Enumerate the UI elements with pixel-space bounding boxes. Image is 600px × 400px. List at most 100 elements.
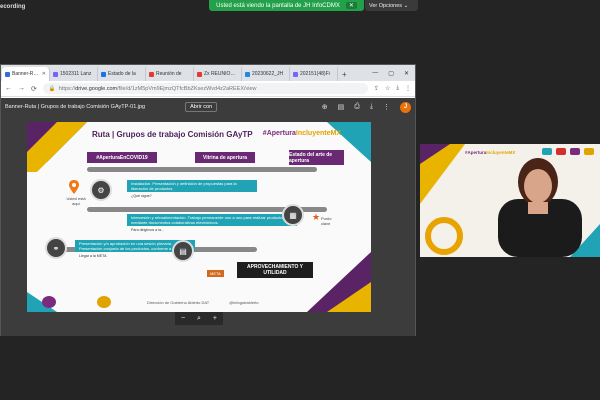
url-path: /file/d/1zM5pVm9EjmzQTfcBbZKsezWvd4z2aRE…	[117, 85, 257, 92]
minimize-icon[interactable]: —	[372, 70, 378, 77]
logo-left	[42, 296, 56, 308]
star-icon: ★	[312, 212, 321, 222]
location-pin-icon	[69, 180, 79, 194]
viewer-icons: ⊕ ▤ ⎙ ⤓ ⋮ J	[322, 101, 411, 113]
stop-share-button[interactable]: ✕	[345, 2, 357, 9]
favicon-icon	[5, 71, 10, 77]
tab-label: Reunión de	[156, 71, 182, 77]
browser-tab[interactable]: Banner-Ruta ✕	[2, 67, 50, 81]
tablet-icon: ▦	[282, 204, 304, 226]
hashtag-prefix: #Apertura	[262, 130, 296, 137]
slide-title: Ruta | Grupos de trabajo Comisión GAyTP	[92, 130, 253, 139]
people-icon: ⚭	[45, 237, 67, 259]
comment-icon[interactable]: ▤	[338, 103, 345, 111]
toolbar-icons: ⇪ ☆ ⤓ ⋮	[374, 85, 411, 92]
logo-icon	[584, 148, 594, 155]
file-name: Banner-Ruta | Grupos de trabajo Comisión…	[5, 104, 146, 110]
forward-icon[interactable]: →	[18, 85, 25, 92]
slide-hashtag: #AperturaIncluyenteMX	[263, 130, 341, 137]
download-icon[interactable]: ⤓	[396, 85, 399, 92]
star-icon[interactable]: ☆	[385, 85, 390, 92]
menu-icon[interactable]: ⋮	[405, 85, 411, 92]
browser-tab[interactable]: 202151(48)Fi	[290, 67, 338, 81]
step-2-question: Para dirigirnos a la...	[131, 228, 164, 232]
recording-label: ecording	[0, 4, 26, 10]
back-icon[interactable]: ←	[5, 85, 12, 92]
participant-video: #AperturaIncluyenteMX	[420, 144, 600, 257]
share-icon[interactable]: ⇪	[374, 85, 379, 92]
url-prefix: https://	[58, 85, 76, 92]
logo-icon	[570, 148, 580, 155]
favicon-icon	[245, 71, 250, 77]
reload-icon[interactable]: ⟳	[31, 85, 37, 93]
browser-tab[interactable]: 1502311 Lanz	[50, 67, 98, 81]
share-banner-text: Usted está viendo la pantalla de JH Info…	[216, 2, 340, 9]
tab-label: 202151(48)Fi	[300, 71, 330, 77]
punto-label: Punto clave	[321, 216, 332, 226]
viewer-toolbar: Banner-Ruta | Grupos de trabajo Comisión…	[1, 98, 415, 116]
chart-icon: ▤	[172, 240, 194, 262]
tab-strip: Banner-Ruta ✕ 1502311 Lanz Estado de la R…	[1, 65, 415, 81]
close-window-icon[interactable]: ✕	[404, 70, 409, 77]
more-options-icon[interactable]: ⋮	[383, 103, 390, 111]
zoom-in-button[interactable]: +	[213, 315, 217, 322]
download-icon[interactable]: ⤓	[370, 103, 373, 111]
view-options-label: Ver Opciones	[369, 2, 403, 9]
cam-hashtag-prefix: #Apertura	[465, 150, 487, 155]
address-bar-row: ← → ⟳ 🔒 https://drive.google.com/file/d/…	[1, 81, 415, 97]
step-1-question: ¿Qué sigue?	[131, 194, 152, 198]
browser-tab[interactable]: Reunión de	[146, 67, 194, 81]
chevron-down-icon: ⌄	[403, 2, 409, 9]
logo-icon	[556, 148, 566, 155]
band-estado: Estado del arte de apertura	[289, 150, 344, 165]
gear-icon: ⚙	[90, 179, 112, 201]
tab-label: Estado de la	[108, 71, 136, 77]
tab-label: Zx REUNIÓN - SUBIDADE	[204, 71, 238, 77]
favicon-icon	[197, 71, 202, 77]
browser-tab[interactable]: Zx REUNIÓN - SUBIDADE	[194, 67, 242, 81]
favicon-icon	[101, 71, 106, 77]
footer-handle: @infogobabierto	[229, 299, 259, 305]
avatar[interactable]: J	[400, 101, 411, 113]
browser-tab[interactable]: Estado de la	[98, 67, 146, 81]
slide-footer: Dirección de Gobierno Abierto DAT @infog…	[27, 292, 371, 312]
logo-icon	[542, 148, 552, 155]
road-segment	[87, 167, 317, 172]
favicon-icon	[293, 71, 298, 77]
screen-share-banner: Usted está viendo la pantalla de JH Info…	[209, 0, 364, 11]
add-to-drive-icon[interactable]: ⊕	[322, 103, 328, 111]
browser-window: Banner-Ruta ✕ 1502311 Lanz Estado de la R…	[0, 64, 416, 336]
step-2: Intercesión y retroalimentación. Trabajo…	[127, 214, 297, 226]
cam-hashtag-highlight: IncluyenteMX	[486, 150, 516, 155]
address-bar[interactable]: 🔒 https://drive.google.com/file/d/1zM5pV…	[42, 83, 368, 94]
footer-org: Dirección de Gobierno Abierto DAT	[147, 299, 210, 305]
slide-image: Ruta | Grupos de trabajo Comisión GAyTP …	[27, 122, 371, 312]
maximize-icon[interactable]: ▢	[388, 70, 394, 77]
tab-label: 20230622_JH	[252, 71, 284, 77]
url-domain: drive.google.com	[75, 85, 118, 92]
step-3-question: Llegar a la META	[79, 254, 107, 258]
magnifier-icon[interactable]: ⌕	[197, 315, 201, 323]
tab-label: 1502311 Lanz	[60, 71, 92, 77]
print-icon[interactable]: ⎙	[354, 103, 360, 111]
final-goal-label: APROVECHAMIENTO Y UTILIDAD	[237, 262, 313, 278]
new-tab-button[interactable]: +	[338, 70, 351, 81]
window-controls: — ▢ ✕	[366, 70, 415, 81]
favicon-icon	[53, 71, 58, 77]
tab-label: Banner-Ruta	[12, 71, 40, 77]
cam-background	[420, 144, 600, 257]
band-vitrina: Vitrina de apertura	[195, 152, 255, 163]
hashtag-highlight: IncluyenteMX	[295, 130, 341, 137]
favicon-icon	[149, 71, 154, 77]
open-with-button[interactable]: Abrir con	[185, 102, 218, 112]
meta-label: META	[207, 270, 224, 277]
view-options-button[interactable]: Ver Opciones ⌄	[365, 0, 418, 11]
zoom-out-button[interactable]: −	[181, 315, 185, 322]
close-tab-icon[interactable]: ✕	[42, 71, 46, 77]
lock-icon: 🔒	[48, 85, 56, 92]
usted-label: Usted está aquí	[66, 196, 86, 206]
band-covid: #AperturaEnCOVID19	[87, 152, 157, 163]
logo-center	[97, 296, 111, 308]
browser-tab[interactable]: 20230622_JH	[242, 67, 290, 81]
step-1: Instalación. Presentación y definición d…	[127, 180, 257, 192]
